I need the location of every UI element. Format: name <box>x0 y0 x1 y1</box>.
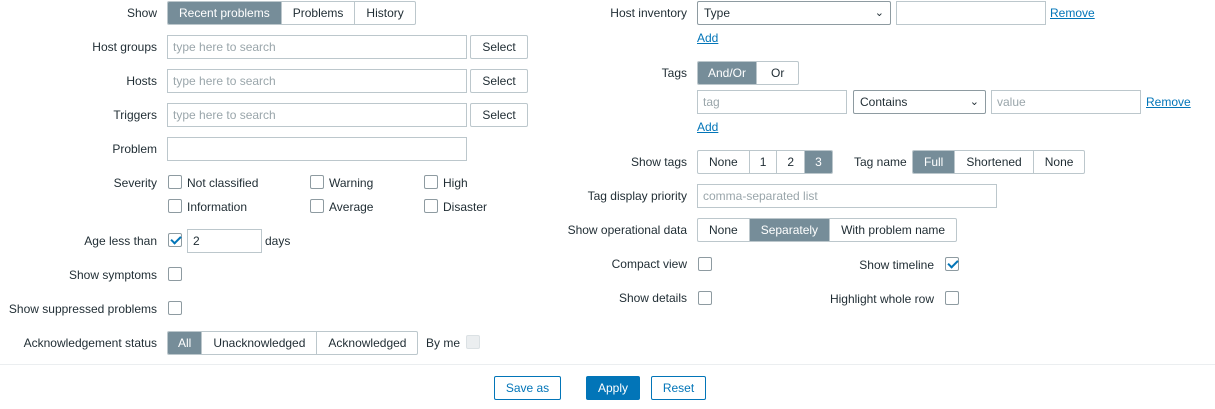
compact-view-checkbox[interactable] <box>698 257 712 271</box>
hosts-label: Hosts <box>126 74 157 88</box>
severity-label: Severity <box>113 176 157 190</box>
tag-priority-input[interactable]: comma-separated list <box>697 184 997 208</box>
host-groups-input[interactable]: type here to search <box>167 35 467 59</box>
ack-option-all[interactable]: All <box>168 332 203 354</box>
operational-data-label: Show operational data <box>567 223 687 237</box>
severity-warning-label: Warning <box>329 176 374 190</box>
severity-not-classified-checkbox[interactable] <box>168 175 182 189</box>
tag-remove-link[interactable]: Remove <box>1146 94 1191 110</box>
hosts-placeholder: type here to search <box>173 74 276 88</box>
tags-label: Tags <box>661 66 687 80</box>
chevron-down-icon: ⌄ <box>874 7 884 19</box>
host-inventory-remove-link[interactable]: Remove <box>1050 5 1095 21</box>
severity-warning-checkbox[interactable] <box>310 175 324 189</box>
tags-operator-or[interactable]: Or <box>757 62 798 84</box>
ack-status-label: Acknowledgement status <box>23 336 157 350</box>
tag-value-input[interactable]: value <box>991 90 1141 114</box>
host-inventory-add-link[interactable]: Add <box>697 30 718 46</box>
severity-average-checkbox[interactable] <box>310 199 324 213</box>
ack-status-segmented-control: All Unacknowledged Acknowledged <box>167 331 419 355</box>
hosts-input[interactable]: type here to search <box>167 69 467 93</box>
save-as-button[interactable]: Save as <box>494 376 561 400</box>
host-inventory-field-value: Type <box>704 6 731 20</box>
apply-button[interactable]: Apply <box>586 376 640 400</box>
age-label: Age less than <box>84 234 157 248</box>
operational-data-option-separately[interactable]: Separately <box>749 219 831 241</box>
host-inventory-label: Host inventory <box>610 6 687 20</box>
compact-view-label: Compact view <box>611 257 687 271</box>
severity-average-label: Average <box>329 200 374 214</box>
show-details-label: Show details <box>618 291 687 305</box>
ack-option-acknowledged[interactable]: Acknowledged <box>317 332 417 354</box>
severity-high-checkbox[interactable] <box>424 175 438 189</box>
show-option-problems[interactable]: Problems <box>282 2 356 24</box>
triggers-placeholder: type here to search <box>173 108 276 122</box>
show-label: Show <box>126 6 157 20</box>
show-option-recent-problems[interactable]: Recent problems <box>168 2 282 24</box>
severity-not-classified-label: Not classified <box>187 176 259 190</box>
operational-data-segmented-control: None Separately With problem name <box>697 218 958 242</box>
host-inventory-field-select[interactable]: Type ⌄ <box>697 1 891 25</box>
operational-data-option-none[interactable]: None <box>698 219 750 241</box>
host-groups-label: Host groups <box>92 40 157 54</box>
triggers-input[interactable]: type here to search <box>167 103 467 127</box>
show-timeline-label: Show timeline <box>859 258 934 272</box>
host-groups-select-button[interactable]: Select <box>470 35 528 59</box>
show-segmented-control: Recent problems Problems History <box>167 1 416 25</box>
age-unit: days <box>265 234 291 248</box>
tag-priority-placeholder: comma-separated list <box>703 189 818 203</box>
tag-add-link[interactable]: Add <box>697 119 718 135</box>
triggers-select-button[interactable]: Select <box>470 103 528 127</box>
tag-name-option-full[interactable]: Full <box>913 151 956 173</box>
tag-condition-value: Contains <box>860 95 908 109</box>
footer-divider <box>0 364 1215 365</box>
severity-disaster-checkbox[interactable] <box>424 199 438 213</box>
tags-operator-segmented-control: And/Or Or <box>697 61 800 85</box>
host-inventory-value-input[interactable] <box>896 1 1046 25</box>
highlight-row-label: Highlight whole row <box>829 292 934 306</box>
problem-input[interactable] <box>167 137 467 161</box>
chevron-down-icon: ⌄ <box>969 96 979 108</box>
reset-button[interactable]: Reset <box>651 376 706 400</box>
operational-data-option-with-problem-name[interactable]: With problem name <box>830 219 956 241</box>
age-input[interactable]: 2 <box>187 229 262 253</box>
by-me-label: By me <box>426 336 461 350</box>
host-groups-placeholder: type here to search <box>173 40 276 54</box>
show-tags-label: Show tags <box>630 155 687 169</box>
tags-operator-and-or[interactable]: And/Or <box>698 62 758 84</box>
by-me-checkbox[interactable] <box>466 335 480 349</box>
show-symptoms-label: Show symptoms <box>68 268 157 282</box>
show-details-checkbox[interactable] <box>698 291 712 305</box>
show-tags-option-none[interactable]: None <box>698 151 750 173</box>
show-suppressed-label: Show suppressed problems <box>8 302 157 316</box>
severity-information-checkbox[interactable] <box>168 199 182 213</box>
tag-condition-select[interactable]: Contains ⌄ <box>853 90 986 114</box>
tag-name-option-none[interactable]: None <box>1034 151 1085 173</box>
show-tags-option-2[interactable]: 2 <box>777 151 806 173</box>
show-timeline-checkbox[interactable] <box>945 257 959 271</box>
triggers-label: Triggers <box>113 108 157 122</box>
age-checkbox[interactable] <box>168 233 182 247</box>
show-symptoms-checkbox[interactable] <box>168 267 182 281</box>
problem-label: Problem <box>112 142 157 156</box>
tag-name-placeholder: tag <box>703 95 720 109</box>
hosts-select-button[interactable]: Select <box>470 69 528 93</box>
show-option-history[interactable]: History <box>355 2 414 24</box>
tag-name-input[interactable]: tag <box>697 90 847 114</box>
tag-name-label: Tag name <box>854 155 907 169</box>
severity-information-label: Information <box>187 200 248 214</box>
tag-name-segmented-control: Full Shortened None <box>912 150 1086 174</box>
tag-value-placeholder: value <box>997 95 1026 109</box>
show-tags-option-1[interactable]: 1 <box>750 151 778 173</box>
show-tags-option-3[interactable]: 3 <box>805 151 832 173</box>
severity-high-label: High <box>443 176 468 190</box>
ack-option-unacknowledged[interactable]: Unacknowledged <box>202 332 318 354</box>
tag-priority-label: Tag display priority <box>587 189 687 203</box>
highlight-row-checkbox[interactable] <box>945 291 959 305</box>
severity-disaster-label: Disaster <box>443 200 488 214</box>
tag-name-option-shortened[interactable]: Shortened <box>955 151 1034 173</box>
show-tags-segmented-control: None 1 2 3 <box>697 150 833 174</box>
show-suppressed-checkbox[interactable] <box>168 301 182 315</box>
